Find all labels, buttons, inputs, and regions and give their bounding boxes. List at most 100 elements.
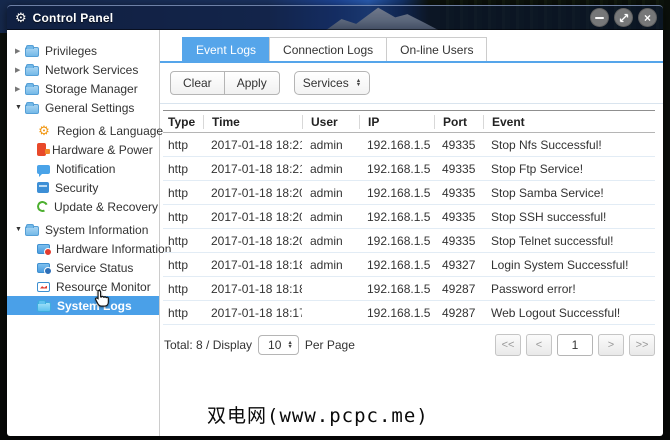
- chat-bubble-icon: [37, 164, 50, 177]
- log-row[interactable]: http 2017-01-18 18:21:10 admin 192.168.1.5 4…: [163, 133, 655, 157]
- folder-icon: [25, 63, 39, 76]
- log-cell: http: [168, 233, 189, 248]
- tab-event-logs[interactable]: Event Logs: [182, 37, 271, 61]
- next-page-button[interactable]: >: [598, 334, 624, 356]
- refresh-icon: [35, 199, 50, 214]
- column-header: IP: [359, 114, 434, 129]
- column-header: Time: [203, 114, 302, 129]
- prev-page-button[interactable]: <: [526, 334, 552, 356]
- log-table: Type Time User IP Port Event http 2017-01-18 1…: [163, 110, 655, 325]
- log-row[interactable]: http 2017-01-18 18:20:54 admin 192.168.1.5 4…: [163, 181, 655, 205]
- minimize-button[interactable]: [590, 8, 609, 27]
- maximize-button[interactable]: [614, 8, 633, 27]
- sidebar-item-storage-manager[interactable]: ▶ Storage Manager: [7, 79, 159, 98]
- last-page-button[interactable]: >>: [629, 334, 655, 356]
- log-cell: 192.168.1.5: [367, 209, 431, 224]
- log-table-body: http 2017-01-18 18:21:10 admin 192.168.1.5 4…: [163, 133, 655, 325]
- chevron-down-icon[interactable]: ▼: [15, 226, 25, 233]
- sidebar-item-resource-monitor[interactable]: Resource Monitor: [7, 277, 159, 296]
- gear-icon: ⚙: [38, 123, 50, 138]
- toolbar: Clear Apply Services ▲ ▼: [160, 63, 663, 104]
- log-cell: 2017-01-18 18:20:54: [211, 185, 302, 200]
- sidebar-item-update-recovery[interactable]: Update & Recovery: [7, 197, 159, 216]
- log-cell: 49335: [442, 185, 476, 200]
- services-select[interactable]: Services ▲ ▼: [293, 71, 371, 95]
- sidebar-item-label: Region & Language: [57, 123, 164, 138]
- log-cell: 2017-01-18 18:18:25: [211, 281, 302, 296]
- battery-icon: [37, 143, 50, 156]
- close-icon: ×: [643, 10, 651, 25]
- log-cell: http: [168, 137, 189, 152]
- sidebar-item-system-information[interactable]: ▼ System Information: [7, 220, 159, 239]
- log-cell: 2017-01-18 18:20:42: [211, 233, 302, 248]
- log-cell: Password error!: [491, 281, 576, 296]
- chevron-right-icon[interactable]: ▶: [15, 47, 25, 55]
- sidebar-item-label: Security: [55, 180, 99, 195]
- log-cell: admin: [310, 209, 343, 224]
- folder-icon: [25, 44, 39, 57]
- tab-online-users[interactable]: On-line Users: [386, 37, 488, 61]
- log-cell: 49287: [442, 281, 476, 296]
- apply-button[interactable]: Apply: [223, 71, 280, 95]
- sidebar-item-general-settings[interactable]: ▼ General Settings: [7, 98, 159, 117]
- monitor-info-icon: [37, 243, 52, 256]
- folder-icon: [25, 101, 39, 114]
- stepper-icon: ▲ ▼: [355, 77, 362, 88]
- log-cell: admin: [310, 185, 343, 200]
- chevron-down-icon[interactable]: ▼: [15, 104, 25, 111]
- log-cell: Stop SSH successful!: [491, 209, 607, 224]
- per-page-suffix: Per Page: [304, 338, 355, 352]
- tab-connection-logs[interactable]: Connection Logs: [269, 37, 388, 61]
- log-cell: 2017-01-18 18:21:04: [211, 161, 302, 176]
- sidebar-item-label: Network Services: [45, 62, 139, 77]
- close-button[interactable]: ×: [638, 8, 657, 27]
- window-controls: ×: [590, 8, 657, 27]
- folder-icon: [25, 82, 39, 95]
- first-page-button[interactable]: <<: [495, 334, 521, 356]
- log-cell: 49335: [442, 233, 476, 248]
- sidebar-item-system-logs[interactable]: System Logs: [7, 296, 159, 315]
- per-page-select[interactable]: 10 ▲ ▼: [258, 335, 299, 355]
- window-titlebar: ⚙ Control Panel ×: [7, 5, 663, 30]
- log-cell: 49335: [442, 137, 476, 152]
- log-cell: 2017-01-18 18:17:45: [211, 305, 302, 320]
- log-cell: Web Logout Successful!: [491, 305, 621, 320]
- resize-icon: [619, 13, 628, 22]
- log-cell: Stop Nfs Successful!: [491, 137, 602, 152]
- sidebar-item-notification[interactable]: Notification: [7, 159, 159, 178]
- sidebar-item-label: Hardware & Power: [52, 142, 153, 157]
- log-row[interactable]: http 2017-01-18 18:20:42 admin 192.168.1.5 4…: [163, 229, 655, 253]
- chevron-right-icon[interactable]: ▶: [15, 66, 25, 74]
- log-cell: http: [168, 257, 189, 272]
- sidebar-item-hardware-information[interactable]: Hardware Information: [7, 239, 171, 258]
- log-cell: 49327: [442, 257, 476, 272]
- log-row[interactable]: http 2017-01-18 18:17:45 192.168.1.5 49287 W…: [163, 301, 655, 325]
- sidebar-item-network-services[interactable]: ▶ Network Services: [7, 60, 159, 79]
- sidebar-item-privileges[interactable]: ▶ Privileges: [7, 41, 159, 60]
- table-footer: Total: 8 / Display 10 ▲▼ Per Page << < >…: [160, 325, 663, 356]
- sidebar-item-service-status[interactable]: Service Status: [7, 258, 159, 277]
- watermark-text: 双电网(www.pcpc.me): [207, 405, 429, 427]
- log-cell: 2017-01-18 18:21:10: [211, 137, 302, 152]
- sidebar-item-hardware-power[interactable]: Hardware & Power: [7, 140, 159, 159]
- pagination: << < > >>: [495, 334, 655, 356]
- clear-button[interactable]: Clear: [170, 71, 225, 95]
- monitor-chart-icon: [37, 281, 50, 292]
- sidebar-item-security[interactable]: Security: [7, 178, 159, 197]
- total-label: Total: 8 / Display: [164, 338, 253, 352]
- chevron-right-icon[interactable]: ▶: [15, 85, 25, 93]
- page-number-input[interactable]: [557, 334, 593, 356]
- log-cell: 2017-01-18 18:20:43: [211, 209, 302, 224]
- log-cell: 192.168.1.5: [367, 257, 431, 272]
- log-table-header: Type Time User IP Port Event: [163, 110, 655, 133]
- sidebar-item-label: Resource Monitor: [56, 279, 151, 294]
- log-row[interactable]: http 2017-01-18 18:18:25 192.168.1.5 49287 P…: [163, 277, 655, 301]
- log-row[interactable]: http 2017-01-18 18:20:43 admin 192.168.1.5 4…: [163, 205, 655, 229]
- log-row[interactable]: http 2017-01-18 18:21:04 admin 192.168.1.5 4…: [163, 157, 655, 181]
- log-cell: Stop Telnet successful!: [491, 233, 614, 248]
- log-row[interactable]: http 2017-01-18 18:18:44 admin 192.168.1.5 4…: [163, 253, 655, 277]
- log-cell: admin: [310, 137, 343, 152]
- sidebar-item-region-language[interactable]: ⚙ Region & Language: [7, 121, 163, 140]
- folder-icon: [25, 223, 39, 236]
- log-cell: 192.168.1.5: [367, 233, 431, 248]
